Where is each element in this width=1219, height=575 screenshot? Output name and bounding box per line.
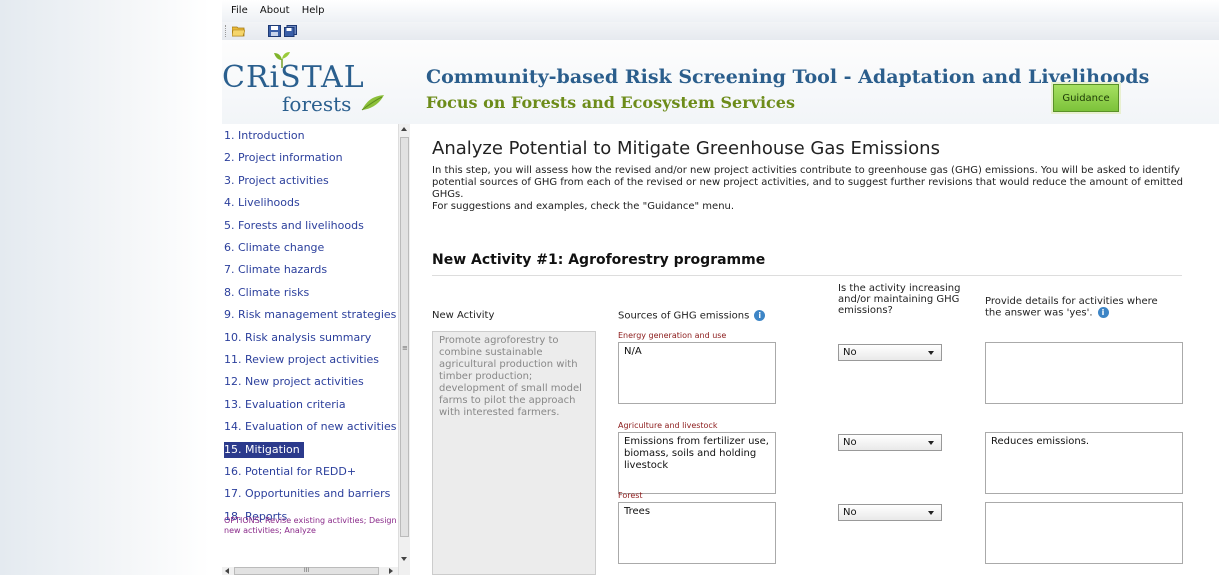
- page-title: Analyze Potential to Mitigate Greenhouse…: [432, 138, 940, 159]
- main-content: Analyze Potential to Mitigate Greenhouse…: [410, 124, 1219, 575]
- nav-item[interactable]: 9. Risk management strategies: [224, 307, 399, 323]
- section-title: New Activity #1: Agroforestry programme: [432, 252, 766, 268]
- dropdown-arrow-icon: [928, 351, 934, 355]
- logo-cristal: CRiSTAL: [222, 60, 365, 95]
- emission-category-label: Energy generation and use: [618, 331, 727, 340]
- open-folder-icon[interactable]: [232, 25, 245, 37]
- leaf-logo-icon: [361, 95, 384, 111]
- nav-item[interactable]: 14. Evaluation of new activities: [224, 419, 399, 435]
- emission-category-label: Agriculture and livestock: [618, 421, 718, 430]
- emission-category-label: Forest: [618, 491, 643, 500]
- intro-text: In this step, you will assess how the re…: [432, 165, 1202, 213]
- scroll-right-arrow-icon[interactable]: [389, 568, 393, 574]
- save-icon[interactable]: [268, 25, 281, 37]
- scroll-up-arrow-icon[interactable]: [401, 127, 407, 131]
- nav-item[interactable]: 4. Livelihoods: [224, 195, 303, 211]
- menu-bar: File About Help: [222, 0, 1219, 22]
- nav-hscroll-thumb[interactable]: III: [234, 567, 379, 575]
- nav-item[interactable]: 7. Climate hazards: [224, 262, 330, 278]
- nav-item[interactable]: 5. Forests and livelihoods: [224, 218, 367, 234]
- save-all-icon[interactable]: [284, 25, 297, 37]
- column-header-details: Provide details for activities where the…: [985, 296, 1175, 319]
- emission-source-field[interactable]: Emissions from fertilizer use, biomass, …: [618, 432, 776, 494]
- emission-answer-value: No: [843, 507, 857, 518]
- emission-details-field[interactable]: [985, 342, 1183, 404]
- info-icon[interactable]: i: [754, 310, 766, 321]
- emission-answer-select[interactable]: No: [838, 434, 942, 451]
- toolbar: [222, 22, 1219, 40]
- nav-item[interactable]: 1. Introduction: [224, 128, 308, 144]
- scroll-left-arrow-icon[interactable]: [225, 568, 229, 574]
- nav-item[interactable]: 10. Risk analysis summary: [224, 330, 374, 346]
- nav-horizontal-scrollbar[interactable]: III: [222, 567, 398, 575]
- nav-item[interactable]: 12. New project activities: [224, 374, 367, 390]
- emission-answer-select[interactable]: No: [838, 504, 942, 521]
- menu-file[interactable]: File: [231, 5, 248, 16]
- nav-item[interactable]: 2. Project information: [224, 150, 346, 166]
- column-header-increasing: Is the activity increasing and/or mainta…: [838, 283, 961, 316]
- menu-help[interactable]: Help: [302, 5, 325, 16]
- nav-item[interactable]: 15. Mitigation: [224, 441, 304, 458]
- info-icon[interactable]: i: [1097, 307, 1109, 318]
- desktop-background: [0, 0, 210, 575]
- scroll-down-arrow-icon[interactable]: [401, 557, 407, 561]
- new-activity-description: Promote agroforestry to combine sustaina…: [432, 331, 596, 575]
- scroll-grip-icon: ≡: [402, 344, 408, 352]
- nav-item[interactable]: 11. Review project activities: [224, 352, 382, 368]
- nav-item[interactable]: 6. Climate change: [224, 240, 327, 256]
- nav-item[interactable]: 8. Climate risks: [224, 285, 312, 301]
- sprout-logo-icon: [274, 52, 290, 68]
- emission-answer-value: No: [843, 347, 857, 358]
- intro-paragraph: In this step, you will assess how the re…: [432, 165, 1183, 200]
- intro-guidance-hint: For suggestions and examples, check the …: [432, 201, 735, 212]
- emission-source-field[interactable]: Trees: [618, 502, 776, 564]
- app-title: Community-based Risk Screening Tool - Ad…: [426, 66, 1150, 88]
- dropdown-arrow-icon: [928, 441, 934, 445]
- nav-item[interactable]: 16. Potential for REDD+: [224, 464, 359, 480]
- nav-options-text: OPTIONS: Revise existing activities; Des…: [224, 516, 397, 535]
- emission-details-field[interactable]: [985, 502, 1183, 564]
- menu-about[interactable]: About: [260, 5, 290, 16]
- column-header-details-label: Provide details for activities where the…: [985, 296, 1158, 319]
- emission-answer-value: No: [843, 437, 857, 448]
- column-header-sources-label: Sources of GHG emissions: [618, 310, 750, 322]
- emission-details-field[interactable]: Reduces emissions.: [985, 432, 1183, 494]
- emission-source-field[interactable]: N/A: [618, 342, 776, 404]
- column-header-sources: Sources of GHG emissions i: [618, 310, 766, 322]
- column-header-activity: New Activity: [432, 310, 495, 321]
- nav-item[interactable]: 3. Project activities: [224, 173, 332, 189]
- app-header: CRiSTAL forests Community-based Risk Scr…: [222, 40, 1219, 124]
- app-subtitle: Focus on Forests and Ecosystem Services: [426, 93, 795, 112]
- dropdown-arrow-icon: [928, 511, 934, 515]
- toolbar-grip: [225, 25, 228, 37]
- logo-forests: forests: [282, 92, 352, 116]
- nav-item[interactable]: 17. Opportunities and barriers: [224, 486, 393, 502]
- emission-answer-select[interactable]: No: [838, 344, 942, 361]
- nav-item[interactable]: 13. Evaluation criteria: [224, 397, 349, 413]
- nav-scroll-thumb[interactable]: ≡: [400, 137, 409, 537]
- step-navigation: 1. Introduction 2. Project information 3. …: [222, 124, 410, 575]
- app-window: File About Help CRiSTAL forests Communit…: [222, 0, 1219, 575]
- guidance-button[interactable]: Guidance: [1053, 84, 1119, 112]
- section-divider: [432, 275, 1182, 276]
